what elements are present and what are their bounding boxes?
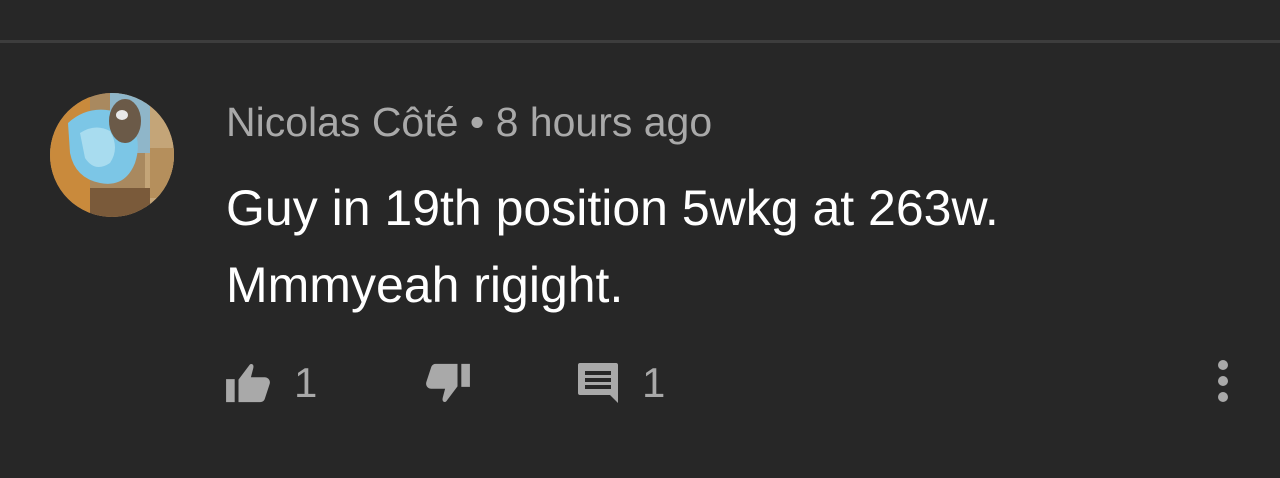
thumbs-up-icon bbox=[226, 362, 272, 404]
avatar[interactable] bbox=[50, 93, 174, 217]
meta-separator: • bbox=[469, 99, 485, 145]
reply-button[interactable]: 1 bbox=[576, 353, 665, 413]
reply-count: 1 bbox=[642, 359, 666, 406]
comment-timestamp[interactable]: 8 hours ago bbox=[496, 99, 713, 145]
dislike-button[interactable] bbox=[424, 353, 470, 413]
comment-icon bbox=[576, 361, 620, 405]
comment-item: Nicolas Côté • 8 hours ago Guy in 19th p… bbox=[0, 43, 1280, 478]
comment-actions: 1 1 bbox=[0, 353, 1280, 413]
author-name[interactable]: Nicolas Côté bbox=[226, 99, 458, 145]
like-count: 1 bbox=[294, 359, 318, 406]
avatar-image bbox=[50, 93, 174, 217]
more-vertical-icon bbox=[1217, 359, 1229, 408]
comment-line: Mmmyeah rigight. bbox=[226, 257, 624, 313]
more-options-button[interactable] bbox=[1200, 353, 1246, 413]
comment-header: Nicolas Côté • 8 hours ago bbox=[226, 97, 712, 147]
comment-line: Guy in 19th position 5wkg at 263w. bbox=[226, 180, 999, 236]
comment-body: Guy in 19th position 5wkg at 263w. Mmmye… bbox=[226, 170, 1206, 324]
like-button[interactable]: 1 bbox=[226, 353, 317, 413]
thumbs-down-icon bbox=[424, 362, 470, 404]
